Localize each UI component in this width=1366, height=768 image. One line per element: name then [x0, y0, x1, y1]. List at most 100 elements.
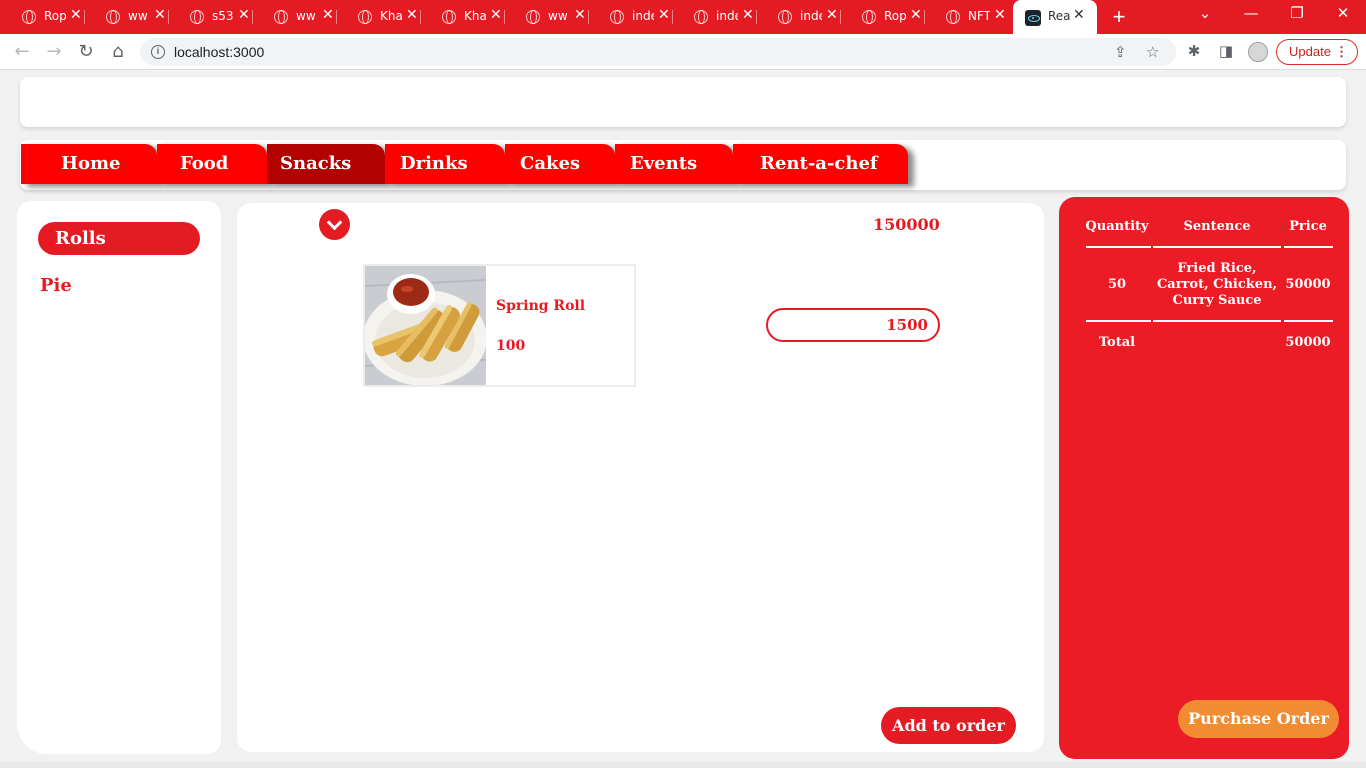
bookmark-star-icon[interactable]: ☆ [1146, 43, 1159, 61]
quantity-input[interactable] [766, 308, 940, 342]
close-icon[interactable]: ✕ [574, 7, 586, 23]
globe-icon [610, 10, 624, 24]
url-text[interactable]: localhost:3000 [174, 44, 264, 60]
browser-tab[interactable]: inde ✕ [672, 0, 757, 34]
browser-tab[interactable]: Rop ✕ [0, 0, 85, 34]
tab-label: inde [800, 9, 822, 23]
update-label: Update [1289, 44, 1331, 59]
browser-tab[interactable]: inde ✕ [756, 0, 841, 34]
table-divider [1153, 320, 1281, 322]
globe-icon [694, 10, 708, 24]
browser-tab[interactable]: ww ✕ [252, 0, 337, 34]
update-button[interactable]: Update ⋮ [1276, 39, 1358, 65]
spring-roll-illustration [365, 266, 486, 385]
nav-label: Home [61, 153, 121, 174]
header-banner [20, 77, 1346, 127]
category-item-rolls[interactable]: Rolls [38, 222, 200, 255]
tab-label: Kha [380, 9, 402, 23]
tab-label: Rop [44, 9, 66, 23]
info-icon[interactable]: i [151, 45, 165, 59]
tab-label: s53 [212, 9, 234, 23]
browser-tab[interactable]: inde ✕ [588, 0, 673, 34]
restore-icon[interactable]: ❐ [1282, 4, 1312, 22]
grand-total: 150000 [873, 215, 940, 234]
category-sidebar: Rolls Pie [17, 201, 221, 754]
close-icon[interactable]: ✕ [1073, 7, 1085, 23]
total-label: Total [1098, 335, 1136, 350]
extensions-icon[interactable]: ✱ [1184, 42, 1204, 62]
nav-item-events[interactable]: Events [615, 144, 733, 184]
chevron-down-icon[interactable] [319, 209, 350, 240]
tab-label: inde [716, 9, 738, 23]
close-icon[interactable]: ✕ [490, 7, 502, 23]
browser-tab[interactable]: ww ✕ [504, 0, 589, 34]
tab-label: Kha [464, 9, 486, 23]
column-header-quantity: Quantity [1085, 219, 1149, 234]
order-row-sentence: Fried Rice, Carrot, Chicken, Curry Sauce [1153, 261, 1281, 309]
main-navigation: Home Food Snacks Drinks Cakes Events Ren… [20, 140, 1346, 190]
close-icon[interactable]: ✕ [322, 7, 334, 23]
home-icon[interactable]: ⌂ [106, 40, 130, 64]
browser-tab[interactable]: Rop ✕ [840, 0, 925, 34]
close-icon[interactable]: ✕ [70, 7, 82, 23]
close-icon[interactable]: ✕ [658, 7, 670, 23]
react-icon [1025, 10, 1041, 26]
profile-avatar[interactable] [1248, 42, 1268, 62]
order-summary-panel: Quantity Sentence Price 50 Fried Rice, C… [1059, 197, 1349, 759]
add-to-order-button[interactable]: Add to order [881, 707, 1016, 744]
forward-icon[interactable]: → [42, 40, 66, 64]
nav-label: Rent-a-chef [760, 153, 878, 174]
tab-label: ww [128, 9, 148, 23]
column-header-price: Price [1289, 219, 1327, 234]
sentence-line: Curry Sauce [1172, 293, 1262, 308]
close-icon[interactable]: ✕ [154, 7, 166, 23]
close-icon[interactable]: ✕ [910, 7, 922, 23]
sentence-line: Carrot, Chicken, [1156, 277, 1278, 292]
browser-tab-active[interactable]: Rea ✕ [1013, 0, 1097, 34]
order-row-price: 50000 [1285, 277, 1331, 292]
share-icon[interactable]: ⇪ [1114, 43, 1127, 61]
purchase-order-button[interactable]: Purchase Order [1178, 700, 1339, 738]
nav-item-drinks[interactable]: Drinks [385, 144, 505, 184]
table-divider [1153, 246, 1281, 248]
globe-icon [274, 10, 288, 24]
tab-label: inde [632, 9, 654, 23]
close-icon[interactable]: ✕ [406, 7, 418, 23]
window-close-icon[interactable]: ✕ [1328, 4, 1358, 22]
close-icon[interactable]: ✕ [742, 7, 754, 23]
tab-search-icon[interactable]: ⌄ [1190, 4, 1220, 22]
tab-label: ww [548, 9, 568, 23]
browser-tab[interactable]: Kha ✕ [420, 0, 505, 34]
nav-label: Food [180, 153, 229, 174]
browser-tab[interactable]: Kha ✕ [336, 0, 421, 34]
nav-item-rent-a-chef[interactable]: Rent-a-chef [733, 144, 908, 184]
browser-tab[interactable]: s53 ✕ [168, 0, 253, 34]
close-icon[interactable]: ✕ [994, 7, 1006, 23]
globe-icon [22, 10, 36, 24]
nav-label: Snacks [280, 153, 352, 174]
category-item-pie[interactable]: Pie [40, 275, 72, 296]
close-icon[interactable]: ✕ [238, 7, 250, 23]
nav-item-home[interactable]: Home [21, 144, 157, 184]
browser-tab[interactable]: ww ✕ [84, 0, 169, 34]
nav-item-food[interactable]: Food [157, 144, 267, 184]
nav-item-cakes[interactable]: Cakes [505, 144, 615, 184]
close-icon[interactable]: ✕ [826, 7, 838, 23]
new-tab-button[interactable]: + [1108, 3, 1130, 31]
reload-icon[interactable]: ↻ [74, 40, 98, 64]
nav-item-snacks[interactable]: Snacks [267, 144, 385, 184]
nav-label: Cakes [520, 153, 581, 174]
tab-label: Rea [1048, 9, 1070, 23]
address-bar[interactable]: i localhost:3000 ⇪ ☆ [140, 38, 1176, 66]
minimize-icon[interactable]: — [1236, 4, 1266, 22]
back-icon[interactable]: ← [10, 40, 34, 64]
side-panel-icon[interactable]: ◨ [1216, 42, 1236, 62]
browser-tabstrip: Rop ✕ ww ✕ s53 ✕ ww ✕ Kha ✕ Kha ✕ ww ✕ inde ✕ in… [0, 0, 1366, 34]
product-card[interactable]: Spring Roll 100 [363, 264, 636, 387]
tab-label: Rop [884, 9, 906, 23]
globe-icon [946, 10, 960, 24]
product-panel: 150000 Spring Roll 100 Add to order [237, 203, 1044, 752]
nav-label: Events [630, 153, 698, 174]
sentence-line: Fried Rice, [1177, 261, 1257, 276]
browser-tab[interactable]: NFT ✕ [924, 0, 1008, 34]
